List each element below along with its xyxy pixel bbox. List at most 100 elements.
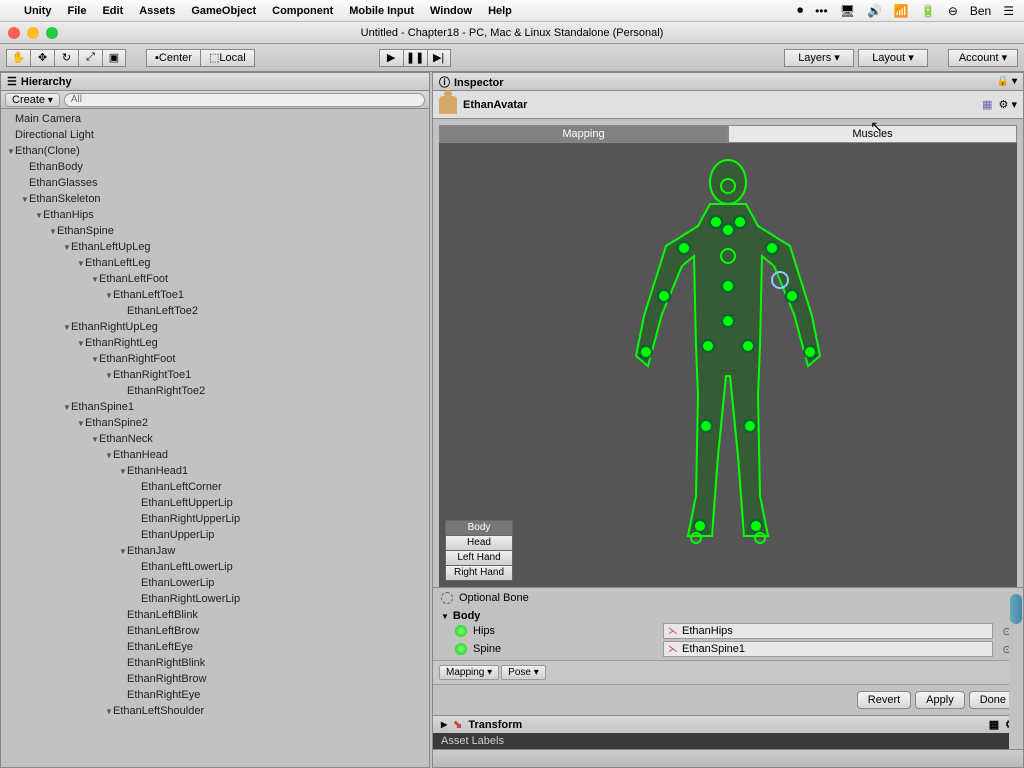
lock-icon[interactable]: 🔒 ▾	[997, 76, 1017, 87]
hierarchy-item[interactable]: ▼Ethan(Clone)	[1, 143, 429, 159]
revert-button[interactable]: Revert	[857, 691, 911, 709]
pose-dropdown[interactable]: Pose ▾	[501, 665, 546, 680]
hierarchy-item[interactable]: EthanRightEye	[1, 687, 429, 703]
hierarchy-item[interactable]: ▼EthanSpine	[1, 223, 429, 239]
expand-arrow-icon[interactable]: ▼	[105, 371, 113, 380]
pivot-local-button[interactable]: ⬚ Local	[200, 49, 255, 67]
expand-arrow-icon[interactable]: ▼	[77, 419, 85, 428]
pivot-center-button[interactable]: ▪ Center	[146, 49, 200, 67]
account-dropdown[interactable]: Account ▾	[948, 49, 1018, 67]
hand-tool-button[interactable]: ✋	[6, 49, 30, 67]
expand-arrow-icon[interactable]: ▼	[77, 339, 85, 348]
hierarchy-item[interactable]: ▼EthanSpine1	[1, 399, 429, 415]
view-left-hand-button[interactable]: Left Hand	[445, 550, 513, 566]
help-icon[interactable]: ▦	[989, 718, 999, 731]
display-icon[interactable]: 🖥	[840, 4, 855, 18]
hierarchy-item[interactable]: ▼EthanRightUpLeg	[1, 319, 429, 335]
hierarchy-item[interactable]: ▼EthanRightFoot	[1, 351, 429, 367]
expand-arrow-icon[interactable]: ▼	[21, 195, 29, 204]
hierarchy-item[interactable]: ▼EthanLeftUpLeg	[1, 239, 429, 255]
hierarchy-item[interactable]: EthanBody	[1, 159, 429, 175]
play-button[interactable]: ▶	[379, 49, 403, 67]
bone-field[interactable]: ⋋EthanHips	[663, 623, 993, 639]
hierarchy-item[interactable]: EthanLeftBlink	[1, 607, 429, 623]
rect-tool-button[interactable]: ▣	[102, 49, 126, 67]
rotate-tool-button[interactable]: ↻	[54, 49, 78, 67]
expand-arrow-icon[interactable]: ▼	[49, 227, 57, 236]
expand-arrow-icon[interactable]: ▼	[105, 707, 113, 716]
hierarchy-item[interactable]: ▼EthanLeftShoulder	[1, 703, 429, 719]
expand-arrow-icon[interactable]: ▼	[7, 147, 15, 156]
apply-button[interactable]: Apply	[915, 691, 965, 709]
menu-gameobject[interactable]: GameObject	[191, 5, 256, 17]
hierarchy-item[interactable]: Directional Light	[1, 127, 429, 143]
hierarchy-item[interactable]: ▼EthanRightToe1	[1, 367, 429, 383]
asset-labels-bar[interactable]: Asset Labels ●	[433, 733, 1023, 749]
hierarchy-item[interactable]: EthanRightToe2	[1, 383, 429, 399]
hierarchy-item[interactable]: EthanRightLowerLip	[1, 591, 429, 607]
hierarchy-item[interactable]: EthanGlasses	[1, 175, 429, 191]
user-name[interactable]: Ben	[970, 4, 991, 18]
inspector-tab[interactable]: ⓘInspector 🔒 ▾	[433, 73, 1023, 91]
hierarchy-item[interactable]: ▼EthanHead	[1, 447, 429, 463]
hierarchy-item[interactable]: EthanLeftCorner	[1, 479, 429, 495]
expand-arrow-icon[interactable]: ▼	[91, 435, 99, 444]
clock-icon[interactable]: ⊖	[948, 4, 958, 18]
hierarchy-search-input[interactable]	[64, 93, 425, 107]
hierarchy-tab[interactable]: ☰ Hierarchy	[1, 73, 429, 91]
minimize-icon[interactable]	[27, 27, 39, 39]
expand-arrow-icon[interactable]: ▼	[119, 547, 127, 556]
menu-help[interactable]: Help	[488, 5, 512, 17]
expand-arrow-icon[interactable]: ▼	[77, 259, 85, 268]
menu-assets[interactable]: Assets	[139, 5, 175, 17]
expand-arrow-icon[interactable]: ▼	[35, 211, 43, 220]
layout-dropdown[interactable]: Layout ▾	[858, 49, 928, 67]
hierarchy-item[interactable]: ▼EthanLeftFoot	[1, 271, 429, 287]
hierarchy-item[interactable]: EthanUpperLip	[1, 527, 429, 543]
hierarchy-item[interactable]: ▼EthanJaw	[1, 543, 429, 559]
hierarchy-item[interactable]: ▼EthanHips	[1, 207, 429, 223]
hierarchy-item[interactable]: Main Camera	[1, 111, 429, 127]
scale-tool-button[interactable]: ⤢	[78, 49, 102, 67]
gear-icon[interactable]: ⚙ ▾	[999, 98, 1017, 111]
humanoid-figure[interactable]	[608, 156, 848, 556]
move-tool-button[interactable]: ✥	[30, 49, 54, 67]
menu-edit[interactable]: Edit	[102, 5, 123, 17]
create-dropdown[interactable]: Create ▾	[5, 93, 60, 107]
hierarchy-item[interactable]: ▼EthanRightLeg	[1, 335, 429, 351]
hierarchy-item[interactable]: ▼EthanLeftToe1	[1, 287, 429, 303]
battery-icon[interactable]: 🔋	[921, 4, 936, 18]
body-section-header[interactable]: ▼Body	[441, 610, 1015, 622]
menu-unity[interactable]: Unity	[24, 5, 52, 17]
expand-arrow-icon[interactable]: ▼	[119, 467, 127, 476]
mapping-tab[interactable]: Mapping	[439, 125, 728, 143]
hierarchy-item[interactable]: ▼EthanLeftLeg	[1, 255, 429, 271]
view-body-button[interactable]: Body	[445, 520, 513, 536]
expand-arrow-icon[interactable]: ▼	[63, 243, 71, 252]
hierarchy-item[interactable]: ▼EthanNeck	[1, 431, 429, 447]
view-head-button[interactable]: Head	[445, 535, 513, 551]
hierarchy-tree[interactable]: Main CameraDirectional Light▼Ethan(Clone…	[1, 109, 429, 767]
scrollbar[interactable]	[1009, 588, 1023, 749]
mapping-dropdown[interactable]: Mapping ▾	[439, 665, 499, 680]
hierarchy-item[interactable]: ▼EthanSpine2	[1, 415, 429, 431]
hierarchy-item[interactable]: EthanRightUpperLip	[1, 511, 429, 527]
prefab-icon[interactable]: ▦	[982, 98, 992, 111]
expand-arrow-icon[interactable]: ▼	[63, 403, 71, 412]
hierarchy-item[interactable]: EthanLeftUpperLip	[1, 495, 429, 511]
traffic-lights[interactable]	[8, 27, 58, 39]
hierarchy-item[interactable]: EthanLeftLowerLip	[1, 559, 429, 575]
menu-mobile-input[interactable]: Mobile Input	[349, 5, 414, 17]
hierarchy-item[interactable]: EthanLowerLip	[1, 575, 429, 591]
hierarchy-item[interactable]: ▼EthanHead1	[1, 463, 429, 479]
wifi-icon[interactable]: 📶	[894, 4, 909, 18]
pause-button[interactable]: ❚❚	[403, 49, 427, 67]
hierarchy-item[interactable]: EthanLeftBrow	[1, 623, 429, 639]
expand-arrow-icon[interactable]: ▼	[91, 355, 99, 364]
close-icon[interactable]	[8, 27, 20, 39]
transform-header[interactable]: ▶ ⬊ Transform ▦ ⚙	[433, 715, 1023, 733]
menu-icon[interactable]: •••	[815, 4, 828, 18]
bone-field[interactable]: ⋋EthanSpine1	[663, 641, 993, 657]
humanoid-body-view[interactable]: BodyHeadLeft HandRight Hand	[439, 143, 1017, 587]
hierarchy-item[interactable]: EthanRightBlink	[1, 655, 429, 671]
